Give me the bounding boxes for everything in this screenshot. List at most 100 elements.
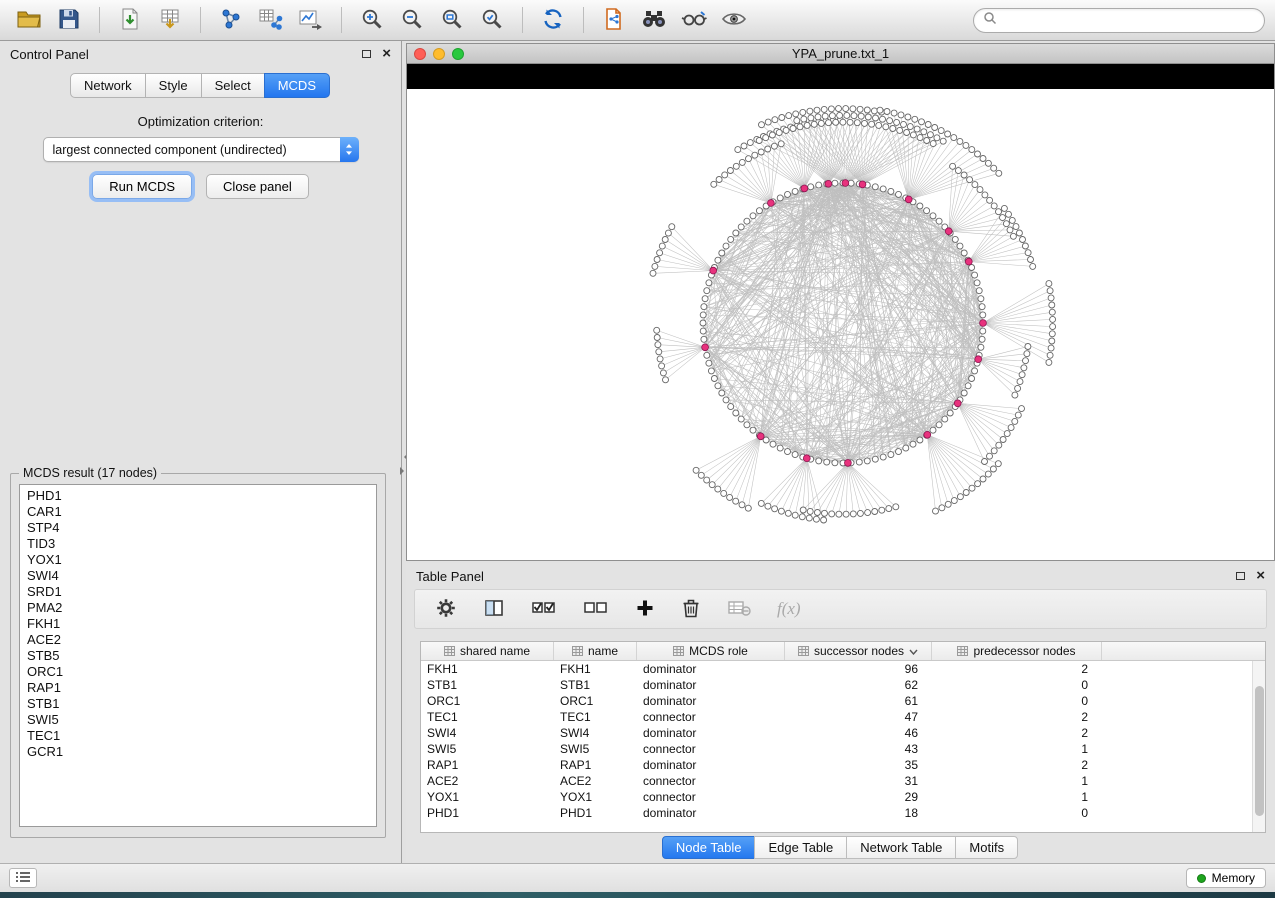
table-row[interactable]: FKH1FKH1dominator962 (421, 661, 1265, 677)
table-row[interactable]: SWI4SWI4dominator462 (421, 725, 1265, 741)
network-from-table-button[interactable] (252, 4, 290, 36)
table-row[interactable]: TEC1TEC1connector472 (421, 709, 1265, 725)
column-header-successor-nodes[interactable]: successor nodes (785, 642, 932, 660)
eye-icon (720, 7, 748, 34)
tab-edge-table[interactable]: Edge Table (754, 836, 847, 859)
column-header-shared-name[interactable]: shared name (421, 642, 554, 660)
result-item[interactable]: FKH1 (20, 616, 376, 632)
tab-node-table[interactable]: Node Table (662, 836, 756, 859)
column-header-mcds-role[interactable]: MCDS role (637, 642, 785, 660)
open-folder-icon (16, 7, 42, 34)
memory-button[interactable]: Memory (1186, 868, 1266, 888)
tab-select[interactable]: Select (201, 73, 265, 98)
column-header-predecessor-nodes[interactable]: predecessor nodes (932, 642, 1102, 660)
deselect-all-columns-button[interactable] (581, 596, 611, 623)
result-item[interactable]: STB1 (20, 696, 376, 712)
show-columns-button[interactable] (481, 595, 507, 624)
search-input[interactable] (1003, 13, 1255, 28)
table-row[interactable]: PHD1PHD1dominator180 (421, 805, 1265, 821)
window-close-button[interactable] (414, 48, 426, 60)
optimization-select[interactable]: largest connected component (undirected) (43, 137, 359, 162)
plus-icon (635, 598, 655, 621)
tab-network-table[interactable]: Network Table (846, 836, 956, 859)
show-hide-button[interactable] (715, 4, 753, 36)
scrollbar-thumb[interactable] (1255, 686, 1264, 816)
result-item[interactable]: ACE2 (20, 632, 376, 648)
refresh-button[interactable] (534, 4, 572, 36)
result-item[interactable]: SWI4 (20, 568, 376, 584)
open-session-button[interactable] (10, 4, 48, 36)
window-maximize-button[interactable] (452, 48, 464, 60)
table-row[interactable]: YOX1YOX1connector291 (421, 789, 1265, 805)
network-canvas[interactable] (407, 64, 1274, 560)
zoom-selected-button[interactable] (473, 4, 511, 36)
result-item[interactable]: RAP1 (20, 680, 376, 696)
result-item[interactable]: SRD1 (20, 584, 376, 600)
network-nodes-icon (219, 7, 243, 34)
result-item[interactable]: ORC1 (20, 664, 376, 680)
float-panel-icon[interactable] (362, 50, 371, 58)
tab-mcds[interactable]: MCDS (264, 73, 330, 98)
main-toolbar (0, 0, 1275, 41)
column-header-name[interactable]: name (554, 642, 637, 660)
table-row[interactable]: STB1STB1dominator620 (421, 677, 1265, 693)
tab-style[interactable]: Style (145, 73, 202, 98)
mcds-result-list[interactable]: PHD1CAR1STP4TID3YOX1SWI4SRD1PMA2FKH1ACE2… (19, 484, 377, 827)
toolbar-separator (200, 7, 201, 33)
tab-network[interactable]: Network (70, 73, 146, 98)
select-all-columns-button[interactable] (529, 596, 559, 623)
toolbar-separator (341, 7, 342, 33)
export-image-button[interactable] (292, 4, 330, 36)
result-item[interactable]: STP4 (20, 520, 376, 536)
delete-column-button[interactable] (679, 595, 703, 624)
result-item[interactable]: CAR1 (20, 504, 376, 520)
save-session-button[interactable] (50, 4, 88, 36)
close-panel-icon[interactable]: × (382, 49, 391, 59)
zoom-fit-button[interactable] (433, 4, 471, 36)
panel-menu-button[interactable] (9, 868, 37, 888)
import-table-file-button[interactable] (151, 4, 189, 36)
table-scrollbar[interactable] (1252, 661, 1265, 832)
network-window-titlebar[interactable]: YPA_prune.txt_1 (407, 44, 1274, 64)
status-bar: Memory (0, 863, 1275, 892)
result-item[interactable]: YOX1 (20, 552, 376, 568)
optimization-criterion-label: Optimization criterion: (0, 114, 401, 129)
delete-table-button[interactable] (725, 596, 753, 623)
result-item[interactable]: STB5 (20, 648, 376, 664)
table-row[interactable]: ACE2ACE2connector311 (421, 773, 1265, 789)
import-network-icon (118, 7, 142, 34)
mcds-result-group: MCDS result (17 nodes) PHD1CAR1STP4TID3Y… (10, 466, 386, 838)
checked-boxes-icon (531, 598, 557, 621)
result-item[interactable]: TID3 (20, 536, 376, 552)
gear-icon (435, 597, 457, 622)
table-settings-button[interactable] (433, 595, 459, 624)
result-item[interactable]: SWI5 (20, 712, 376, 728)
table-row[interactable]: SWI5SWI5connector431 (421, 741, 1265, 757)
close-table-panel-icon[interactable]: × (1256, 571, 1265, 581)
table-bottom-tabs: Node TableEdge TableNetwork TableMotifs (406, 836, 1275, 859)
table-row[interactable]: RAP1RAP1dominator352 (421, 757, 1265, 773)
run-mcds-button[interactable]: Run MCDS (92, 174, 192, 199)
tab-motifs[interactable]: Motifs (955, 836, 1018, 859)
window-minimize-button[interactable] (433, 48, 445, 60)
result-item[interactable]: GCR1 (20, 744, 376, 760)
search-network-button[interactable] (635, 4, 673, 36)
result-item[interactable]: PMA2 (20, 600, 376, 616)
new-network-button[interactable] (212, 4, 250, 36)
zoom-in-button[interactable] (353, 4, 391, 36)
table-row[interactable]: ORC1ORC1dominator610 (421, 693, 1265, 709)
float-table-panel-icon[interactable] (1236, 572, 1245, 580)
create-column-button[interactable] (633, 596, 657, 623)
result-item[interactable]: TEC1 (20, 728, 376, 744)
function-builder-button[interactable]: f(x) (775, 597, 803, 621)
control-panel: Control Panel × NetworkStyleSelectMCDS O… (0, 41, 402, 863)
preview-style-button[interactable] (675, 4, 713, 36)
import-network-file-button[interactable] (111, 4, 149, 36)
result-item[interactable]: PHD1 (20, 488, 376, 504)
desktop-background-strip (0, 892, 1275, 898)
clone-network-button[interactable] (595, 4, 633, 36)
zoom-out-button[interactable] (393, 4, 431, 36)
control-panel-header: Control Panel × (0, 41, 401, 67)
table-panel: Table Panel × f(x) shared name name MCDS… (406, 563, 1275, 863)
close-panel-button[interactable]: Close panel (206, 174, 309, 199)
